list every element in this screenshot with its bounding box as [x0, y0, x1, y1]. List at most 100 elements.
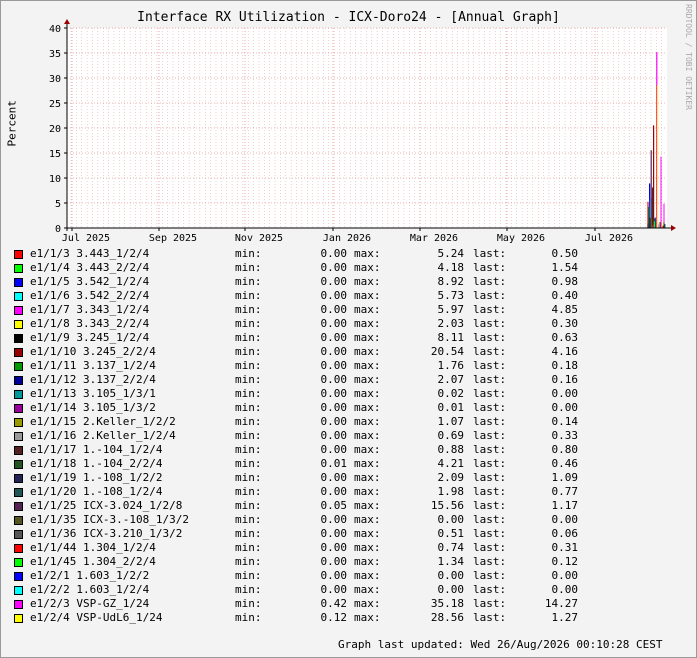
legend-row: e1/1/6 3.542_2/2/4 min: 0.00 max: 5.73 last: 0…: [14, 289, 694, 303]
legend-series-name: e1/1/5 3.542_1/2/4: [30, 275, 150, 288]
y-tick-label: 30: [49, 74, 61, 85]
legend-last-value: 0.30: [551, 317, 579, 330]
legend-swatch: [14, 292, 23, 301]
legend-row: e1/1/10 3.245_2/2/4 min: 0.00 max: 20.54 last…: [14, 345, 694, 359]
legend-max-label: max:: [354, 527, 381, 540]
legend-max-value: 8.92: [437, 275, 465, 288]
y-tick-label: 5: [55, 199, 61, 210]
legend-row: e1/2/4 VSP-UdL6_1/24 min: 0.12 max: 28.56 las…: [14, 611, 694, 625]
legend-max-label: max:: [354, 611, 381, 624]
legend-swatch: [14, 250, 23, 259]
legend-min-value: 0.00: [320, 317, 348, 330]
legend-series-name: e1/1/10 3.245_2/2/4: [30, 345, 156, 358]
legend-min-label: min:: [235, 583, 262, 596]
legend-last-label: last:: [473, 415, 507, 428]
legend-last-label: last:: [473, 359, 507, 372]
legend-row: e1/2/1 1.603_1/2/2 min: 0.00 max: 0.00 last: 0…: [14, 569, 694, 583]
legend-last-label: last:: [473, 303, 507, 316]
legend-max-label: max:: [354, 247, 381, 260]
legend-last-label: last:: [473, 471, 507, 484]
legend-swatch: [14, 376, 23, 385]
legend-max-label: max:: [354, 415, 381, 428]
legend-min-label: min:: [235, 275, 262, 288]
legend-min-label: min:: [235, 345, 262, 358]
legend-last-label: last:: [473, 611, 507, 624]
legend-row: e1/1/16 2.Keller_1/2/4 min: 0.00 max: 0.69 la…: [14, 429, 694, 443]
legend-min-value: 0.00: [320, 303, 348, 316]
legend-max-value: 15.56: [430, 499, 464, 512]
legend-last-value: 14.27: [544, 597, 578, 610]
legend-swatch: [14, 390, 23, 399]
legend-last-value: 0.14: [551, 415, 579, 428]
legend-series-name: e1/1/14 3.105_1/3/2: [30, 401, 156, 414]
legend-min-label: min:: [235, 499, 262, 512]
x-tick-label: Sep 2025: [149, 233, 197, 244]
y-tick-label: 25: [49, 99, 61, 110]
legend-last-value: 0.12: [551, 555, 579, 568]
legend-row: e1/1/7 3.343_1/2/4 min: 0.00 max: 5.97 last: 4…: [14, 303, 694, 317]
y-tick-label: 35: [49, 49, 61, 60]
legend-swatch: [14, 460, 23, 469]
x-tick-label: Jul 2026: [585, 233, 633, 244]
legend-max-value: 5.97: [437, 303, 465, 316]
legend-series-name: e1/1/45 1.304_2/2/4: [30, 555, 156, 568]
legend-swatch: [14, 614, 23, 623]
legend-row: e1/1/13 3.105_1/3/1 min: 0.00 max: 0.02 last:…: [14, 387, 694, 401]
chart-plot: 0 5 10 15 20 25 30 35 40 Jul 2025 Sep 2025 Nov 2025…: [49, 19, 676, 244]
legend-last-label: last:: [473, 555, 507, 568]
legend-series-name: e1/1/36 ICX-3.210_1/3/2: [30, 527, 183, 540]
legend-max-label: max:: [354, 569, 381, 582]
legend-series-name: e1/1/6 3.542_2/2/4: [30, 289, 150, 302]
legend: e1/1/3 3.443_1/2/4 min: 0.00 max: 5.24 last: 0…: [14, 247, 694, 625]
legend-row: e1/1/5 3.542_1/2/4 min: 0.00 max: 8.92 last: 0…: [14, 275, 694, 289]
legend-series-name: e1/1/11 3.137_1/2/4: [30, 359, 156, 372]
legend-max-value: 2.07: [437, 373, 465, 386]
legend-min-label: min:: [235, 471, 262, 484]
legend-min-value: 0.00: [320, 261, 348, 274]
legend-swatch: [14, 334, 23, 343]
legend-min-value: 0.00: [320, 275, 348, 288]
legend-max-value: 0.69: [437, 429, 465, 442]
legend-swatch: [14, 306, 23, 315]
legend-max-label: max:: [354, 583, 381, 596]
legend-last-value: 4.85: [551, 303, 579, 316]
legend-min-value: 0.00: [320, 555, 348, 568]
legend-row: e1/1/18 1.-104_2/2/4 min: 0.01 max: 4.21 last…: [14, 457, 694, 471]
legend-series-name: e1/1/19 1.-108_1/2/2: [30, 471, 163, 484]
legend-last-label: last:: [473, 583, 507, 596]
legend-max-value: 0.00: [437, 583, 465, 596]
legend-min-label: min:: [235, 429, 262, 442]
legend-swatch: [14, 572, 23, 581]
legend-swatch: [14, 446, 23, 455]
legend-last-label: last:: [473, 457, 507, 470]
legend-row: e1/1/36 ICX-3.210_1/3/2 min: 0.00 max: 0.51 l…: [14, 527, 694, 541]
legend-last-label: last:: [473, 401, 507, 414]
x-tick-label: Mar 2026: [410, 233, 458, 244]
legend-swatch: [14, 320, 23, 329]
legend-max-value: 5.73: [437, 289, 465, 302]
legend-series-name: e1/1/18 1.-104_2/2/4: [30, 457, 163, 470]
legend-max-label: max:: [354, 359, 381, 372]
legend-last-label: last:: [473, 345, 507, 358]
legend-last-value: 0.33: [551, 429, 579, 442]
legend-swatch: [14, 404, 23, 413]
legend-max-value: 1.98: [437, 485, 465, 498]
legend-swatch: [14, 278, 23, 287]
legend-row: e1/1/15 2.Keller_1/2/2 min: 0.00 max: 1.07 la…: [14, 415, 694, 429]
legend-last-value: 0.31: [551, 541, 579, 554]
legend-max-value: 1.34: [437, 555, 465, 568]
legend-row: e1/1/17 1.-104_1/2/4 min: 0.00 max: 0.88 last…: [14, 443, 694, 457]
legend-last-label: last:: [473, 499, 507, 512]
legend-row: e1/1/9 3.245_1/2/4 min: 0.00 max: 8.11 last: 0…: [14, 331, 694, 345]
legend-last-value: 0.46: [551, 457, 579, 470]
legend-series-name: e1/1/13 3.105_1/3/1: [30, 387, 156, 400]
legend-min-value: 0.00: [320, 331, 348, 344]
legend-max-label: max:: [354, 443, 381, 456]
legend-min-value: 0.00: [320, 471, 348, 484]
legend-min-value: 0.00: [320, 345, 348, 358]
legend-min-value: 0.00: [320, 485, 348, 498]
legend-last-label: last:: [473, 373, 507, 386]
legend-max-value: 4.21: [437, 457, 465, 470]
legend-last-label: last:: [473, 513, 507, 526]
legend-last-value: 1.17: [551, 499, 579, 512]
